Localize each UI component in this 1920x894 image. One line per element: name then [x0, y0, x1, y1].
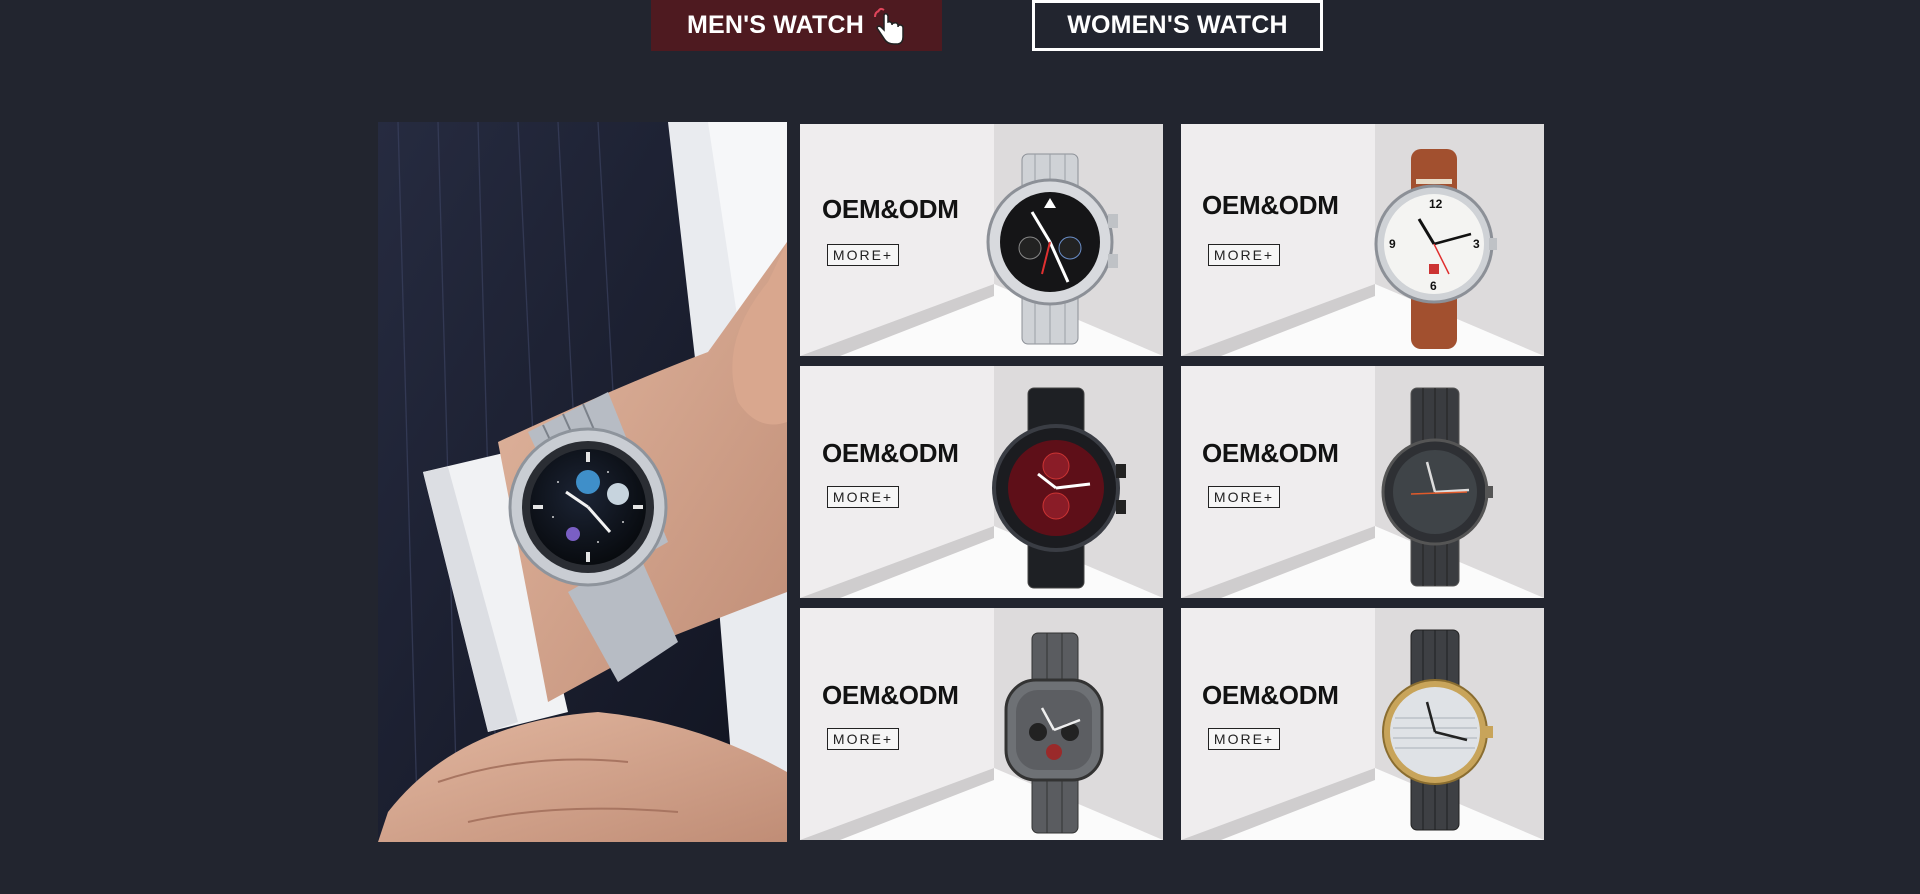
mens-watch-tab[interactable]: MEN'S WATCH: [651, 0, 942, 51]
product-card[interactable]: OEM&ODM MORE+: [800, 366, 1163, 598]
womens-watch-tab[interactable]: WOMEN'S WATCH: [1032, 0, 1323, 51]
product-card[interactable]: OEM&ODM MORE+: [1181, 608, 1544, 840]
svg-text:6: 6: [1430, 279, 1437, 293]
product-card[interactable]: 12 3 6 9 OEM&ODM MORE+: [1181, 124, 1544, 356]
mens-watch-tab-label: MEN'S WATCH: [686, 11, 865, 39]
more-button[interactable]: MORE+: [1208, 728, 1280, 750]
card-title: OEM&ODM: [1202, 680, 1339, 710]
more-button[interactable]: MORE+: [1208, 244, 1280, 266]
watch-image: [992, 387, 1126, 589]
svg-text:9: 9: [1389, 237, 1396, 251]
watch-image: [1004, 632, 1104, 834]
more-button[interactable]: MORE+: [827, 244, 899, 266]
more-button[interactable]: MORE+: [827, 728, 899, 750]
card-title: OEM&ODM: [822, 438, 959, 468]
card-title: OEM&ODM: [1202, 438, 1339, 468]
svg-text:12: 12: [1429, 197, 1443, 211]
card-title: OEM&ODM: [1202, 190, 1339, 220]
watch-image: 12 3 6 9: [1374, 149, 1497, 349]
womens-watch-tab-label: WOMEN'S WATCH: [1067, 11, 1288, 39]
more-button[interactable]: MORE+: [827, 486, 899, 508]
watch-image: [1381, 387, 1493, 587]
pointer-hand-icon: [874, 7, 904, 45]
hero-wrist-image: [378, 122, 787, 842]
card-title: OEM&ODM: [822, 680, 959, 710]
svg-text:3: 3: [1473, 237, 1480, 251]
card-title: OEM&ODM: [822, 194, 959, 224]
product-card[interactable]: OEM&ODM MORE+: [1181, 366, 1544, 598]
product-card[interactable]: OEM&ODM MORE+: [800, 124, 1163, 356]
watch-image: [986, 153, 1118, 345]
more-button[interactable]: MORE+: [1208, 486, 1280, 508]
page: MEN'S WATCH WOMEN'S WATCH OEM&ODM MORE+ …: [0, 0, 1920, 894]
watch-image: [1382, 629, 1493, 831]
product-card[interactable]: OEM&ODM MORE+: [800, 608, 1163, 840]
